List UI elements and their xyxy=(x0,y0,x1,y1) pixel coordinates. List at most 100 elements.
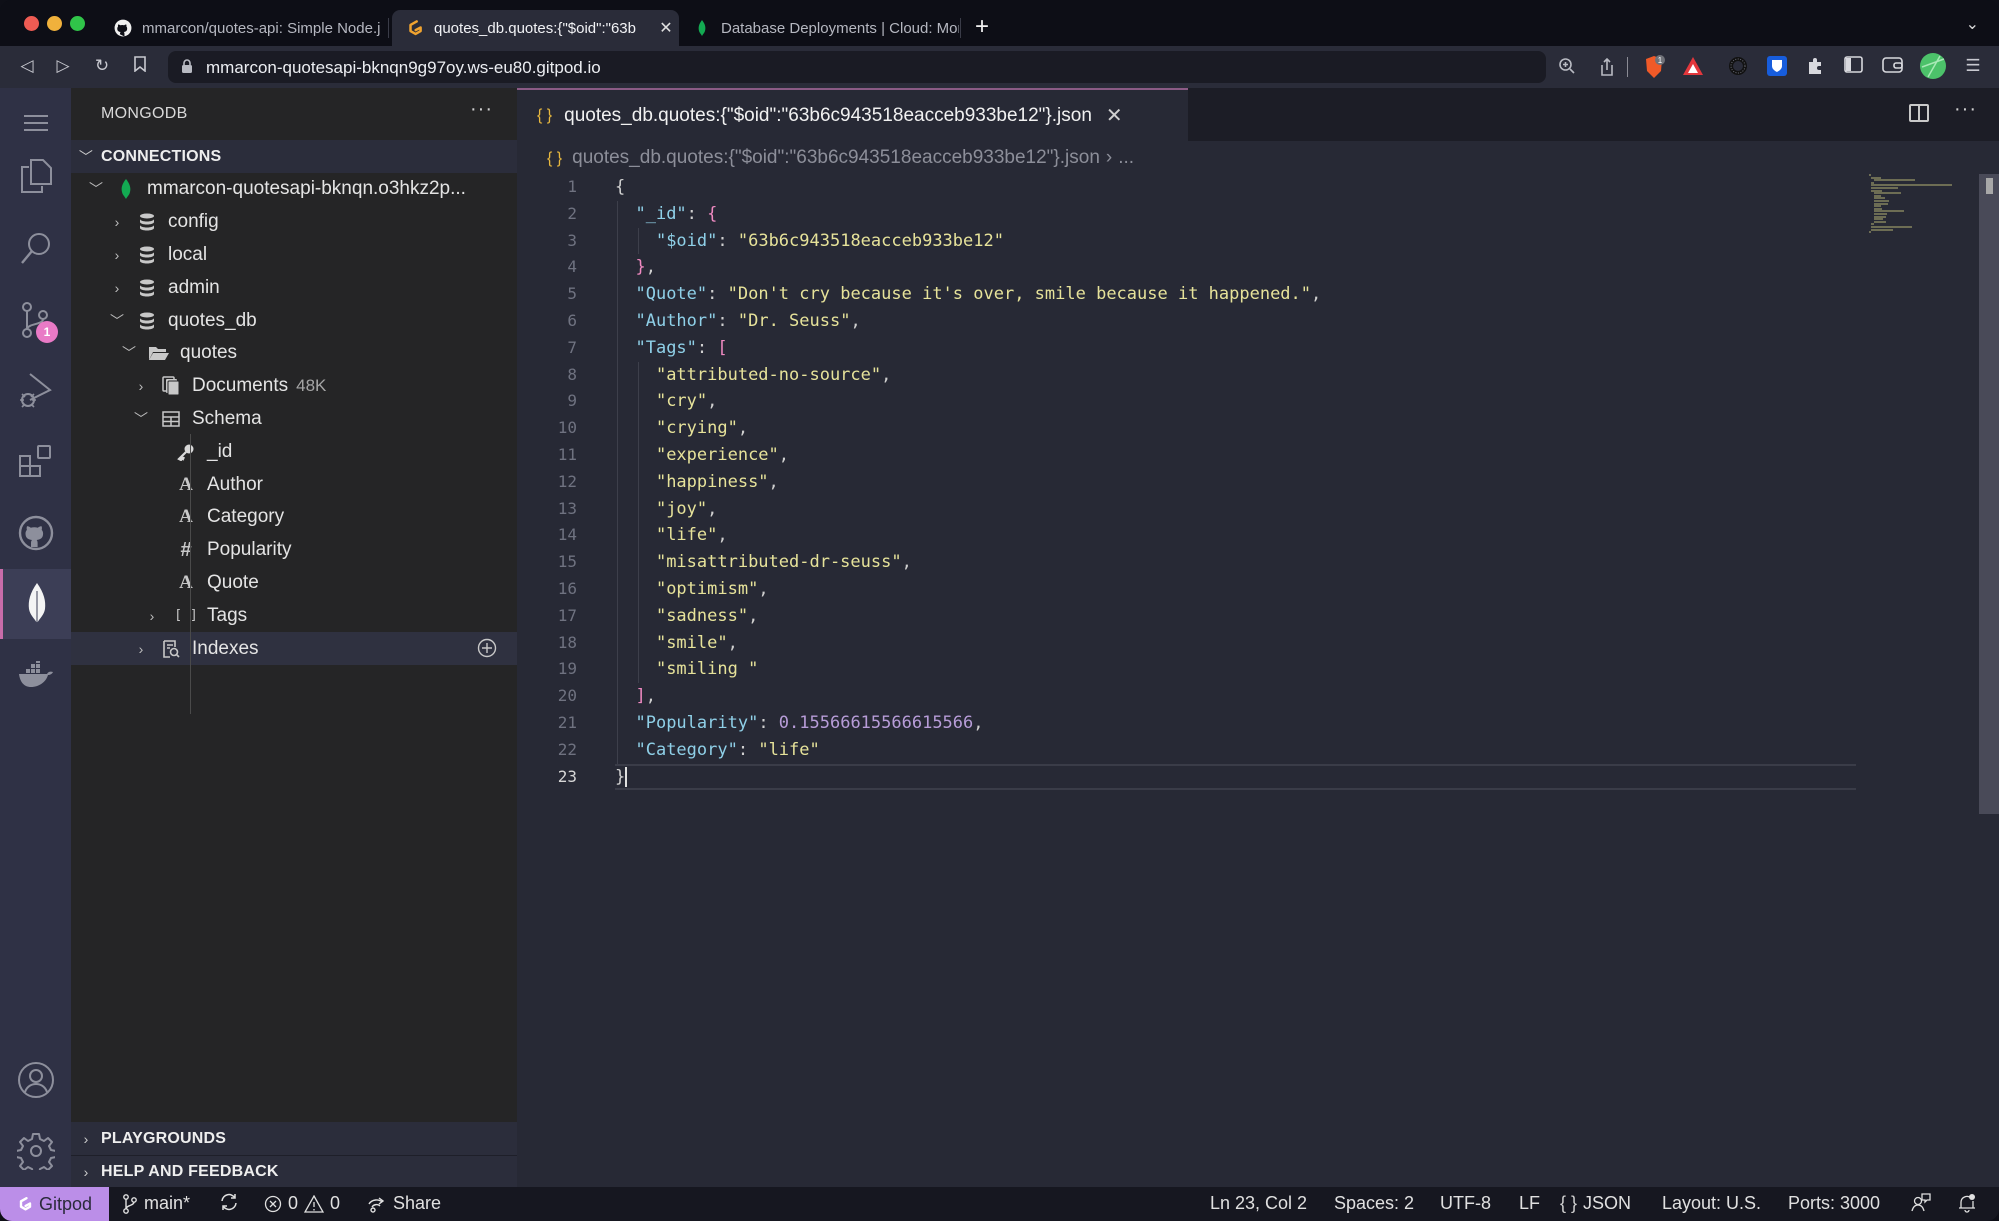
tree-item-indexes[interactable]: › Indexes xyxy=(71,632,517,665)
address-bar[interactable]: mmarcon-quotesapi-bknqn9g97oy.ws-eu80.gi… xyxy=(168,51,1613,83)
schema-field[interactable]: A Author xyxy=(71,468,517,501)
new-tab-button[interactable]: + xyxy=(975,12,989,42)
schema-field[interactable]: › [ ] Tags xyxy=(71,599,517,632)
schema-field[interactable]: A Category xyxy=(71,501,517,534)
browser-tab[interactable]: Database Deployments | Cloud: Mor xyxy=(679,10,959,46)
mongodb-icon[interactable] xyxy=(0,569,71,639)
tree-item-database[interactable]: ﹀ quotes_db xyxy=(71,304,517,337)
schema-field[interactable]: _id xyxy=(71,435,517,468)
source-control-icon[interactable]: 1 xyxy=(0,285,71,355)
code-editor[interactable]: 1{2 "_id": {3 "$oid": "63b6c943518eacceb… xyxy=(517,174,1999,791)
browser-tab-active[interactable]: quotes_db.quotes:{"$oid":"63b ✕ xyxy=(392,10,679,46)
tree-item-database[interactable]: › config xyxy=(71,206,517,239)
back-button[interactable]: ◁ xyxy=(16,56,38,76)
code-line[interactable]: 8 "attributed-no-source", xyxy=(517,362,1999,389)
close-window-button[interactable] xyxy=(24,16,39,31)
code-line[interactable]: 22 "Category": "life" xyxy=(517,737,1999,764)
code-line[interactable]: 15 "misattributed-dr-seuss", xyxy=(517,549,1999,576)
brave-shields-icon[interactable]: 1 xyxy=(1643,55,1665,78)
code-line[interactable]: 20 ], xyxy=(517,683,1999,710)
tree-item-documents[interactable]: › Documents 48K xyxy=(71,370,517,403)
tree-item-collection[interactable]: ﹀ quotes xyxy=(71,337,517,370)
browser-menu-icon[interactable]: ☰ xyxy=(1962,56,1984,76)
code-line[interactable]: 6 "Author": "Dr. Seuss", xyxy=(517,308,1999,335)
breadcrumb[interactable]: { } quotes_db.quotes:{"$oid":"63b6c943518… xyxy=(547,147,1134,169)
sidebar-toggle-icon[interactable] xyxy=(1844,56,1866,78)
code-line[interactable]: 13 "joy", xyxy=(517,496,1999,523)
brave-rewards-icon[interactable] xyxy=(1682,56,1704,78)
schema-field[interactable]: # Popularity xyxy=(71,534,517,567)
browser-tab[interactable]: mmarcon/quotes-api: Simple Node.j xyxy=(100,10,388,46)
code-line[interactable]: 3 "$oid": "63b6c943518eacceb933be12" xyxy=(517,228,1999,255)
extensions-puzzle-icon[interactable] xyxy=(1806,56,1828,78)
feedback-icon[interactable] xyxy=(1911,1193,1931,1213)
maximize-window-button[interactable] xyxy=(70,16,85,31)
bookmark-icon[interactable] xyxy=(129,56,151,77)
playgrounds-section-header[interactable]: › PLAYGROUNDS xyxy=(71,1122,517,1155)
tree-item-schema[interactable]: ﹀ Schema xyxy=(71,403,517,436)
language-mode[interactable]: { } JSON xyxy=(1560,1193,1631,1214)
share-icon[interactable] xyxy=(1596,57,1618,79)
editor-more-actions-icon[interactable]: ··· xyxy=(1954,98,1977,121)
tree-item-database[interactable]: › admin xyxy=(71,271,517,304)
code-line[interactable]: 10 "crying", xyxy=(517,415,1999,442)
github-icon[interactable] xyxy=(0,498,71,568)
code-line[interactable]: 2 "_id": { xyxy=(517,201,1999,228)
keyboard-layout[interactable]: Layout: U.S. xyxy=(1662,1193,1761,1214)
editor-tab-active[interactable]: { } quotes_db.quotes:{"$oid":"63b6c94351… xyxy=(517,88,1188,141)
settings-gear-icon[interactable] xyxy=(0,1116,71,1186)
extensions-icon[interactable] xyxy=(0,427,71,497)
search-icon[interactable] xyxy=(0,213,71,283)
reload-button[interactable]: ↻ xyxy=(91,56,113,76)
wallet-icon[interactable] xyxy=(1882,56,1904,78)
help-section-header[interactable]: › HELP AND FEEDBACK xyxy=(71,1155,517,1188)
share-button[interactable]: Share xyxy=(367,1193,441,1214)
code-line[interactable]: 9 "cry", xyxy=(517,388,1999,415)
close-tab-icon[interactable]: ✕ xyxy=(653,18,679,38)
close-editor-tab-icon[interactable]: ✕ xyxy=(1106,103,1123,128)
tree-item-database[interactable]: › local xyxy=(71,239,517,272)
code-line[interactable]: 23} xyxy=(517,763,1999,791)
profile-avatar[interactable] xyxy=(1920,53,1946,79)
scrollbar-thumb[interactable] xyxy=(1986,178,1993,194)
code-line[interactable]: 7 "Tags": [ xyxy=(517,335,1999,362)
code-line[interactable]: 5 "Quote": "Don't cry because it's over,… xyxy=(517,281,1999,308)
schema-field[interactable]: A Quote xyxy=(71,567,517,600)
vertical-scrollbar[interactable] xyxy=(1979,174,1999,814)
connections-section-header[interactable]: ﹀ CONNECTIONS xyxy=(71,140,517,173)
zoom-icon[interactable] xyxy=(1556,57,1578,79)
code-line[interactable]: 17 "sadness", xyxy=(517,603,1999,630)
tab-list-chevron-icon[interactable]: ⌄ xyxy=(1966,14,1979,34)
explorer-icon[interactable] xyxy=(0,141,71,211)
tree-item-connection[interactable]: ﹀ mmarcon-quotesapi-bknqn.o3hkz2p... xyxy=(71,173,517,206)
code-line[interactable]: 14 "life", xyxy=(517,522,1999,549)
run-debug-icon[interactable] xyxy=(0,356,71,426)
minimize-window-button[interactable] xyxy=(47,16,62,31)
branch-indicator[interactable]: main* xyxy=(122,1193,190,1214)
code-line[interactable]: 19 "smiling " xyxy=(517,656,1999,683)
split-editor-icon[interactable] xyxy=(1909,104,1929,122)
code-line[interactable]: 4 }, xyxy=(517,254,1999,281)
code-line[interactable]: 12 "happiness", xyxy=(517,469,1999,496)
forward-button[interactable]: ▷ xyxy=(52,56,74,76)
indentation[interactable]: Spaces: 2 xyxy=(1334,1193,1414,1214)
problems-indicator[interactable]: 0 0 xyxy=(264,1193,340,1214)
code-line[interactable]: 1{ xyxy=(517,174,1999,201)
extension-circle-icon[interactable] xyxy=(1728,56,1750,78)
minimap[interactable] xyxy=(1869,174,1969,234)
bitwarden-icon[interactable] xyxy=(1767,56,1789,78)
account-icon[interactable] xyxy=(0,1045,71,1115)
code-line[interactable]: 21 "Popularity": 0.15566615566615566, xyxy=(517,710,1999,737)
ports-indicator[interactable]: Ports: 3000 xyxy=(1788,1193,1880,1214)
code-line[interactable]: 18 "smile", xyxy=(517,630,1999,657)
code-line[interactable]: 16 "optimism", xyxy=(517,576,1999,603)
end-of-line[interactable]: LF xyxy=(1519,1193,1540,1214)
cursor-position[interactable]: Ln 23, Col 2 xyxy=(1210,1193,1307,1214)
sync-button[interactable] xyxy=(219,1193,239,1211)
remote-indicator[interactable]: Gitpod xyxy=(0,1187,109,1221)
docker-icon[interactable] xyxy=(0,640,71,710)
code-line[interactable]: 11 "experience", xyxy=(517,442,1999,469)
add-index-icon[interactable] xyxy=(477,638,497,658)
notifications-bell-icon[interactable] xyxy=(1957,1193,1977,1213)
encoding[interactable]: UTF-8 xyxy=(1440,1193,1491,1214)
